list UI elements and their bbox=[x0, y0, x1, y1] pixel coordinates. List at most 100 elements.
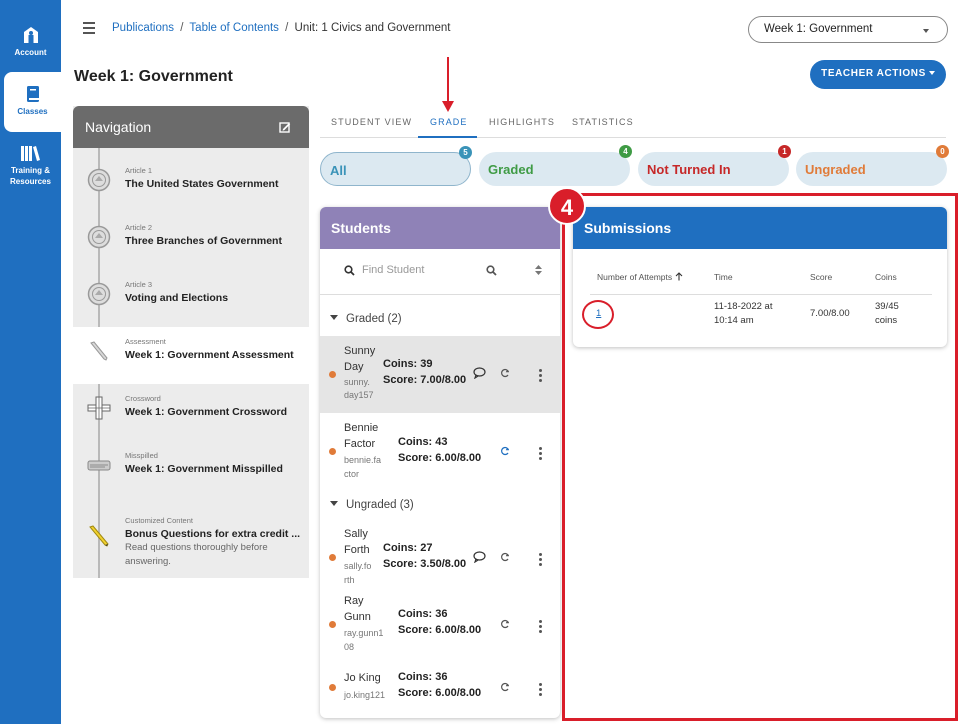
nav-item-article-3[interactable]: Article 3 Voting and Elections bbox=[73, 270, 309, 327]
nav-item-customized[interactable]: Customized Content Bonus Questions for e… bbox=[73, 506, 309, 578]
nav-item-category: Article 2 bbox=[125, 223, 153, 232]
tab-highlights[interactable]: HIGHLIGHTS bbox=[489, 117, 555, 127]
more-options-icon[interactable] bbox=[539, 620, 542, 635]
rail-classes[interactable]: Classes bbox=[4, 72, 61, 132]
library-icon bbox=[20, 146, 40, 161]
seal-icon bbox=[87, 225, 111, 249]
status-dot bbox=[329, 554, 336, 561]
rail-training-label-2: Resources bbox=[10, 177, 51, 186]
students-header: Students bbox=[320, 207, 560, 249]
filter-count-badge: 1 bbox=[778, 145, 791, 158]
filter-not-turned-in[interactable]: Not Turned In 1 bbox=[638, 145, 791, 186]
collapse-caret-icon bbox=[330, 315, 338, 320]
nav-item-assessment[interactable]: Assessment Week 1: Government Assessment bbox=[73, 327, 309, 384]
group-label: Ungraded (3) bbox=[346, 499, 414, 511]
more-options-icon[interactable] bbox=[539, 447, 542, 462]
pencil-icon bbox=[90, 341, 108, 361]
refresh-icon[interactable] bbox=[500, 446, 510, 456]
student-username: jo.king121 bbox=[344, 690, 386, 700]
tab-statistics[interactable]: STATISTICS bbox=[572, 117, 634, 127]
caret-down-icon bbox=[928, 71, 935, 75]
nav-item-title: Voting and Elections bbox=[125, 292, 229, 304]
annotation-arrow bbox=[447, 57, 449, 102]
teacher-actions-button[interactable]: TEACHER ACTIONS bbox=[810, 60, 946, 89]
nav-item-category: Misspilled bbox=[125, 451, 158, 460]
tab-student-view[interactable]: STUDENT VIEW bbox=[331, 117, 412, 127]
student-row[interactable]: Sally Forth sally.fo rth Coins: 27 Score… bbox=[320, 526, 560, 590]
student-username: ctor bbox=[344, 469, 360, 479]
student-name: Jo King bbox=[344, 672, 381, 684]
search-submit-icon[interactable] bbox=[486, 265, 497, 276]
student-coins: Coins: 36 bbox=[398, 608, 448, 620]
sort-icon[interactable] bbox=[535, 265, 542, 275]
nav-item-category: Assessment bbox=[125, 337, 166, 346]
rail-account-label: Account bbox=[14, 48, 47, 57]
nav-item-category: Article 3 bbox=[125, 280, 153, 289]
student-last-name: Forth bbox=[344, 544, 370, 556]
breadcrumb-separator: / bbox=[285, 22, 289, 34]
nav-item-title: Week 1: Government Crossword bbox=[125, 406, 288, 418]
student-coins: Coins: 27 bbox=[383, 542, 433, 554]
student-row[interactable]: Sunny Day sunny. day157 Coins: 39 Score:… bbox=[320, 336, 560, 413]
student-coins: Coins: 36 bbox=[398, 671, 448, 683]
filter-all[interactable]: All 5 bbox=[320, 146, 472, 186]
student-score: Score: 6.00/8.00 bbox=[398, 624, 482, 636]
nav-item-article-2[interactable]: Article 2 Three Branches of Government bbox=[73, 213, 309, 270]
refresh-icon[interactable] bbox=[500, 619, 510, 629]
filter-count-badge: 5 bbox=[459, 146, 472, 159]
group-graded[interactable]: Graded (2) bbox=[320, 313, 560, 325]
annotation-box bbox=[562, 193, 958, 721]
student-row[interactable]: Jo King jo.king121 Coins: 36 Score: 6.00… bbox=[320, 670, 560, 714]
filter-label: Not Turned In bbox=[647, 162, 731, 177]
student-score: Score: 6.00/8.00 bbox=[398, 452, 482, 464]
left-rail: Account Classes Training & Resources bbox=[0, 0, 61, 724]
nav-item-title: The United States Government bbox=[125, 178, 279, 190]
rail-training[interactable]: Training & Resources bbox=[0, 144, 61, 187]
refresh-icon[interactable] bbox=[500, 682, 510, 692]
tab-grade[interactable]: GRADE bbox=[430, 117, 468, 127]
edit-icon[interactable] bbox=[279, 121, 291, 133]
seal-icon bbox=[87, 168, 111, 192]
collapse-caret-icon bbox=[330, 501, 338, 506]
refresh-icon[interactable] bbox=[500, 552, 510, 562]
student-score: Score: 6.00/8.00 bbox=[398, 687, 482, 699]
nav-item-category: Customized Content bbox=[125, 516, 193, 525]
breadcrumb-toc[interactable]: Table of Contents bbox=[189, 22, 279, 34]
nav-item-misspilled[interactable]: Misspilled Week 1: Government Misspilled bbox=[73, 441, 309, 498]
nav-item-title: Three Branches of Government bbox=[125, 235, 282, 247]
student-username: 08 bbox=[344, 642, 355, 652]
week-select[interactable]: Week 1: Government bbox=[748, 16, 948, 43]
nav-item-title: Week 1: Government Assessment bbox=[125, 349, 294, 361]
status-dot bbox=[329, 684, 336, 691]
nav-item-article-1[interactable]: Article 1 The United States Government bbox=[73, 156, 309, 213]
find-student-input[interactable] bbox=[362, 264, 472, 276]
comment-icon[interactable] bbox=[473, 367, 486, 379]
filter-label: All bbox=[330, 163, 347, 178]
refresh-icon[interactable] bbox=[500, 368, 510, 378]
more-options-icon[interactable] bbox=[539, 553, 542, 568]
navigation-header: Navigation bbox=[73, 106, 309, 148]
breadcrumb-publications[interactable]: Publications bbox=[112, 22, 174, 34]
student-coins: Coins: 39 bbox=[383, 358, 433, 370]
rail-account[interactable]: Account bbox=[0, 26, 61, 58]
menu-icon[interactable] bbox=[83, 22, 95, 34]
teacher-actions-label: TEACHER ACTIONS bbox=[821, 68, 926, 79]
student-row[interactable]: Bennie Factor bennie.fa ctor Coins: 43 S… bbox=[320, 420, 560, 484]
filter-graded[interactable]: Graded 4 bbox=[479, 145, 632, 186]
student-row[interactable]: Ray Gunn ray.gunn1 08 Coins: 36 Score: 6… bbox=[320, 593, 560, 657]
students-panel: Students Graded (2) Sunny Day sunny. day… bbox=[320, 207, 560, 718]
more-options-icon[interactable] bbox=[539, 369, 542, 384]
nav-item-crossword[interactable]: Crossword Week 1: Government Crossword bbox=[73, 384, 309, 441]
student-username: bennie.fa bbox=[344, 455, 382, 465]
status-dot bbox=[329, 621, 336, 628]
filter-ungraded[interactable]: Ungraded 0 bbox=[796, 145, 949, 186]
app: Account Classes Training & Resources Pub… bbox=[0, 0, 960, 724]
nav-item-description: Read questions thoroughly before answeri… bbox=[125, 542, 268, 567]
student-score: Score: 3.50/8.00 bbox=[383, 558, 467, 570]
seal-icon bbox=[87, 282, 111, 306]
more-options-icon[interactable] bbox=[539, 683, 542, 698]
comment-icon[interactable] bbox=[473, 551, 486, 563]
yellow-pencil-icon bbox=[89, 525, 109, 547]
group-ungraded[interactable]: Ungraded (3) bbox=[320, 499, 560, 511]
chevron-down-icon bbox=[923, 29, 929, 33]
